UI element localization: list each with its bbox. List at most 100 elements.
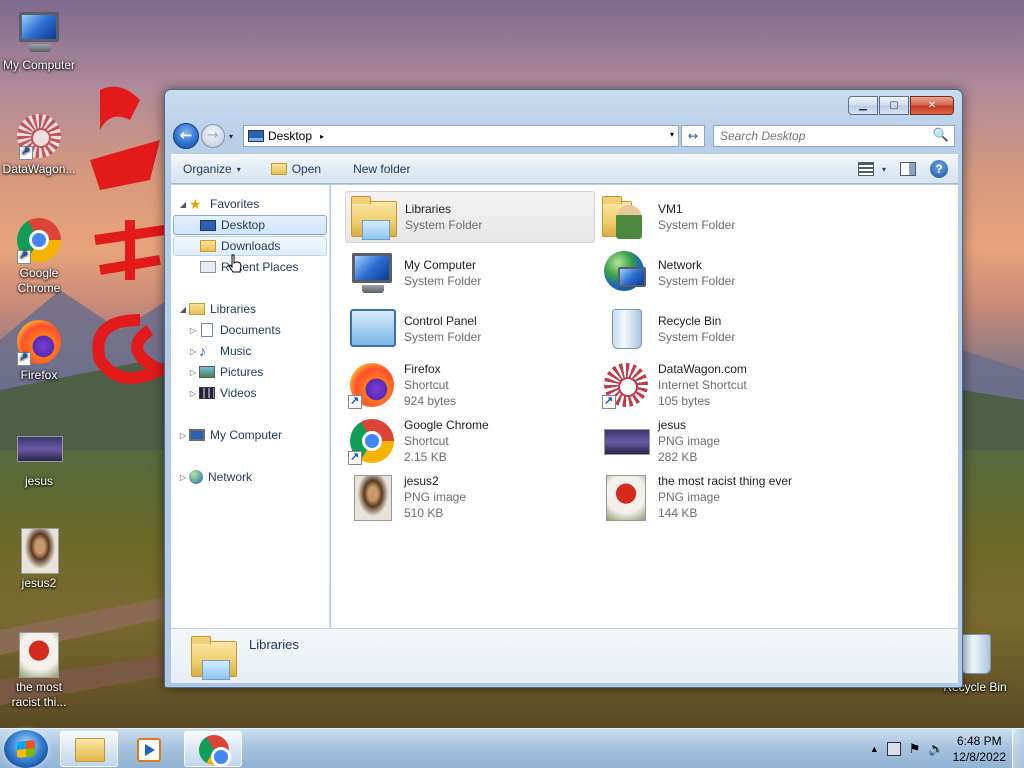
item-network[interactable]: Network System Folder	[599, 247, 849, 299]
item-firefox[interactable]: Firefox Shortcut 924 bytes	[345, 359, 595, 411]
chrome-icon	[199, 735, 231, 767]
item-my-computer[interactable]: My Computer System Folder	[345, 247, 595, 299]
chrome-icon	[15, 216, 63, 264]
desktop-icon-chrome[interactable]: Google Chrome	[0, 216, 78, 296]
item-datawagon[interactable]: DataWagon.com Internet Shortcut 105 bytes	[599, 359, 849, 411]
nav-my-computer[interactable]: ▷ My Computer	[177, 425, 282, 445]
maximize-button[interactable]: ▢	[879, 96, 909, 115]
nav-downloads-label: Downloads	[221, 239, 281, 253]
breadcrumb-separator-icon[interactable]: ▸	[320, 132, 324, 141]
downloads-folder-icon	[200, 240, 216, 252]
network-tray-icon[interactable]	[886, 742, 901, 756]
item-size: 105 bytes	[658, 394, 711, 408]
desktop-icon-jesus2[interactable]: jesus2	[0, 526, 78, 591]
collapse-arrow-icon[interactable]: ▷	[187, 389, 199, 398]
nav-network[interactable]: ▷ Network	[177, 467, 252, 487]
item-vm1[interactable]: VM1 System Folder	[599, 191, 849, 243]
new-folder-button[interactable]: New folder	[333, 155, 422, 183]
desktop-icon-jesus[interactable]: jesus	[0, 424, 78, 489]
minimize-button[interactable]: ▁	[848, 96, 878, 115]
search-icon[interactable]: 🔍	[933, 128, 949, 143]
item-jesus2[interactable]: jesus2 PNG image 510 KB	[345, 471, 595, 523]
address-bar[interactable]: Desktop ▸ ▾	[243, 125, 679, 147]
item-racist-image[interactable]: the most racist thing ever PNG image 144 K…	[599, 471, 899, 523]
address-dropdown-icon[interactable]: ▾	[670, 130, 674, 139]
nav-pictures[interactable]: ▷ Pictures	[187, 362, 263, 382]
chevron-down-icon: ▾	[229, 132, 234, 141]
firefox-icon	[348, 361, 398, 409]
maximize-icon: ▢	[889, 100, 899, 111]
item-type: System Folder	[405, 218, 483, 232]
item-name: Google Chrome	[404, 418, 489, 432]
search-input[interactable]	[714, 126, 924, 146]
item-recycle-bin[interactable]: Recycle Bin System Folder	[599, 303, 849, 355]
desktop-icon-label: jesus2	[21, 576, 57, 590]
show-desktop-button[interactable]	[1012, 729, 1024, 768]
refresh-button[interactable]: ↔	[681, 125, 705, 147]
help-icon[interactable]: ?	[930, 160, 948, 178]
breadcrumb-desktop[interactable]: Desktop	[268, 129, 312, 143]
desktop-icon-firefox[interactable]: Firefox	[0, 318, 78, 383]
taskbar-media-player[interactable]	[122, 731, 180, 767]
collapse-arrow-icon[interactable]: ▷	[177, 431, 189, 440]
item-control-panel[interactable]: Control Panel System Folder	[345, 303, 595, 355]
item-name: Libraries	[405, 202, 452, 216]
tray-expand-icon[interactable]: ▲	[870, 744, 879, 754]
desktop-icon-racist-image[interactable]: the most racist thi...	[0, 630, 78, 710]
desktop-icon-datawagon[interactable]: DataWagon...	[0, 112, 78, 177]
content-pane: Libraries System Folder VM1 System Folder …	[331, 185, 958, 628]
desktop-icon-my-computer[interactable]: My Computer	[0, 8, 78, 73]
volume-icon[interactable]: 🔈	[928, 741, 944, 757]
item-google-chrome[interactable]: Google Chrome Shortcut 2.15 KB	[345, 415, 595, 467]
close-button[interactable]: ✕	[910, 96, 954, 115]
nav-documents[interactable]: ▷ Documents	[187, 320, 281, 340]
organize-label: Organize	[183, 162, 232, 176]
nav-favorites[interactable]: ◢ ★ Favorites	[177, 194, 259, 214]
nav-downloads[interactable]: Downloads	[173, 236, 327, 256]
taskbar-explorer[interactable]	[60, 731, 118, 767]
nav-favorites-label: Favorites	[210, 197, 260, 211]
taskbar: ▲ ⚑ 🔈 6:48 PM 12/8/2022	[0, 728, 1024, 768]
item-name: DataWagon.com	[658, 362, 747, 376]
user-folder-icon	[602, 193, 652, 241]
collapse-arrow-icon[interactable]: ▷	[187, 326, 199, 335]
change-view-button[interactable]: ▾	[857, 162, 886, 176]
back-button[interactable]: ←	[173, 123, 199, 149]
expand-arrow-icon[interactable]: ◢	[177, 305, 189, 314]
network-icon	[189, 470, 203, 484]
documents-icon	[201, 323, 213, 337]
open-button[interactable]: Open	[253, 155, 333, 183]
collapse-arrow-icon[interactable]: ▷	[177, 473, 189, 482]
libraries-icon	[189, 303, 205, 315]
taskbar-chrome[interactable]	[184, 731, 242, 767]
item-size: 2.15 KB	[404, 450, 447, 464]
recent-pages-dropdown[interactable]: ▾	[229, 132, 233, 141]
nav-videos[interactable]: ▷ Videos	[187, 383, 257, 403]
expand-arrow-icon[interactable]: ◢	[177, 200, 189, 209]
item-jesus[interactable]: jesus PNG image 282 KB	[599, 415, 849, 467]
navigation-pane: ◢ ★ Favorites Desktop Downloads Recent P…	[171, 185, 330, 628]
desktop-folder-icon	[248, 130, 264, 142]
preview-pane-icon[interactable]	[900, 162, 916, 176]
view-details-icon	[857, 162, 874, 176]
desktop-icon-label: jesus	[24, 474, 53, 488]
image-thumbnail-icon	[348, 473, 398, 521]
action-center-flag-icon[interactable]: ⚑	[909, 741, 921, 757]
item-name: jesus2	[404, 474, 439, 488]
forward-button[interactable]: →	[201, 124, 225, 148]
clock[interactable]: 6:48 PM 12/8/2022	[953, 733, 1006, 765]
collapse-arrow-icon[interactable]: ▷	[187, 347, 199, 356]
folder-icon	[75, 738, 105, 762]
play-icon	[145, 744, 155, 756]
item-libraries[interactable]: Libraries System Folder	[345, 191, 595, 243]
organize-button[interactable]: Organize ▾	[171, 155, 253, 183]
nav-libraries[interactable]: ◢ Libraries	[177, 299, 256, 319]
collapse-arrow-icon[interactable]: ▷	[187, 368, 199, 377]
chevron-down-icon: ▾	[236, 164, 241, 174]
search-box: 🔍	[713, 125, 955, 147]
start-button[interactable]	[4, 730, 48, 768]
nav-desktop[interactable]: Desktop	[173, 215, 327, 235]
item-type: System Folder	[658, 218, 736, 232]
chevron-down-icon: ▾	[881, 164, 886, 174]
nav-music[interactable]: ▷ ♪ Music	[187, 341, 251, 361]
